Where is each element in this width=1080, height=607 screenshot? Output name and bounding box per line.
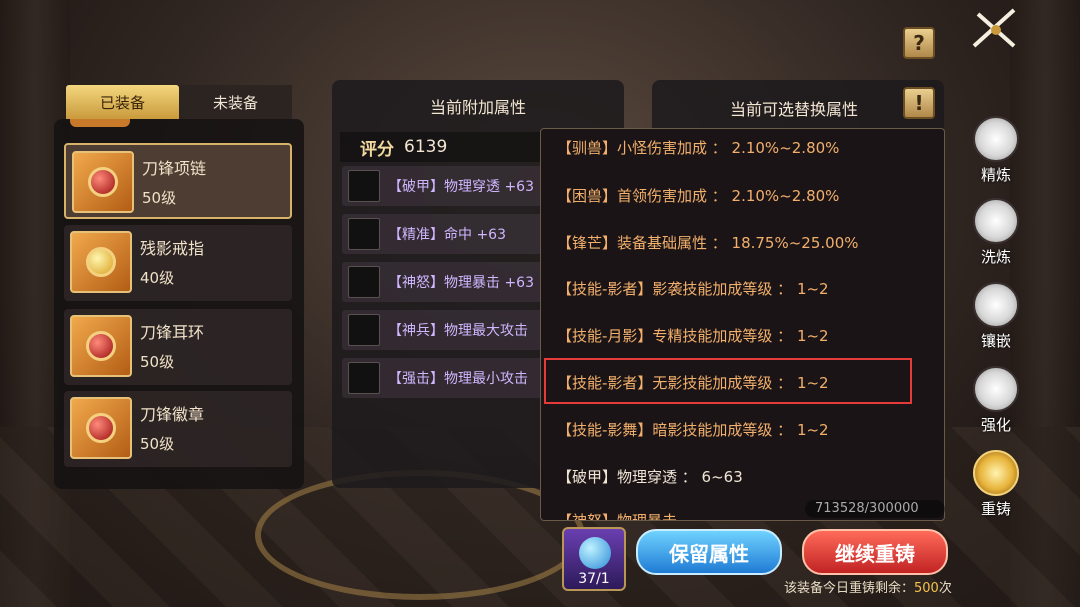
attribute-checkbox[interactable]	[348, 170, 380, 202]
side-menu-label: 镶嵌	[980, 332, 1011, 350]
attribute-checkbox[interactable]	[348, 362, 380, 394]
attribute-text: 【神兵】物理最大攻击	[388, 323, 528, 339]
side-menu-label: 洗炼	[980, 248, 1011, 266]
remain-count: 500	[914, 581, 939, 596]
replace-attributes-panel: 当前可选替换属性	[652, 80, 944, 130]
option-item[interactable]: 【驯兽】小怪伤害加成 ： 2.10%~2.80%	[557, 137, 839, 158]
badge-icon	[70, 397, 132, 459]
enhance-icon	[973, 366, 1019, 412]
earring-icon	[70, 315, 132, 377]
remain-suffix: 次	[938, 581, 952, 596]
item-name: 刀锋徽章	[140, 405, 205, 424]
side-menu-refine[interactable]: 精炼	[968, 116, 1024, 185]
recast-remaining: 该装备今日重铸剩余：500次	[784, 577, 952, 596]
material-counter: 713528/300000	[805, 500, 945, 518]
attribute-text: 【神怒】物理暴击 +63	[388, 275, 534, 291]
equip-tabs: 已装备 未装备	[66, 85, 292, 119]
side-menu-recast[interactable]: 重铸	[968, 450, 1024, 519]
attribute-checkbox[interactable]	[348, 266, 380, 298]
panel-title: 当前可选替换属性	[730, 100, 859, 119]
attribute-checkbox[interactable]	[348, 314, 380, 346]
replace-options-list[interactable]: 【驯兽】小怪伤害加成 ： 2.10%~2.80% 【困兽】首领伤害加成 ： 2.…	[540, 128, 945, 521]
ring-icon	[70, 231, 132, 293]
panel-title: 当前附加属性	[429, 98, 526, 117]
option-item[interactable]: 【破甲】物理穿透 ： 6~63	[557, 466, 743, 487]
side-menu-wash[interactable]: 洗炼	[968, 198, 1024, 267]
close-swords-icon[interactable]	[968, 6, 1022, 52]
side-menu-label: 精炼	[980, 166, 1011, 184]
side-menu-label: 重铸	[980, 500, 1011, 518]
option-item[interactable]: 【困兽】首领伤害加成 ： 2.10%~2.80%	[557, 185, 839, 206]
highlight-box	[544, 358, 912, 404]
score-label: 评分	[360, 139, 394, 160]
side-menu-inlay[interactable]: 镶嵌	[968, 282, 1024, 351]
info-button[interactable]: !	[903, 87, 935, 119]
side-menu-label: 强化	[980, 416, 1011, 434]
crystal-orb-icon	[579, 537, 611, 569]
side-menu-enhance[interactable]: 强化	[968, 366, 1024, 435]
item-level: 50级	[140, 435, 175, 453]
item-name: 残影戒指	[140, 239, 205, 258]
crystal-count: 37/1	[578, 571, 610, 587]
help-button[interactable]: ?	[903, 27, 935, 59]
tab-equipped[interactable]: 已装备	[66, 85, 179, 119]
equipment-list: 刀锋项链 50级 残影戒指 40级 刀锋耳环 50级 刀锋徽章 50级	[54, 119, 304, 489]
wash-icon	[973, 198, 1019, 244]
option-item[interactable]: 【神怒】物理暴击	[557, 510, 677, 520]
list-item-partial	[70, 119, 130, 127]
continue-recast-button[interactable]: 继续重铸	[802, 529, 948, 575]
tab-unequipped[interactable]: 未装备	[179, 85, 292, 119]
attribute-text: 【精准】命中 +63	[388, 227, 506, 243]
recast-crystal-item[interactable]: 37/1	[562, 527, 626, 591]
item-level: 50级	[140, 353, 175, 371]
recast-icon	[973, 450, 1019, 496]
necklace-icon	[72, 151, 134, 213]
floor-ring	[255, 470, 585, 600]
list-item[interactable]: 残影戒指 40级	[64, 225, 292, 301]
option-item[interactable]: 【锋芒】装备基础属性 ： 18.75%~25.00%	[557, 232, 859, 253]
inlay-icon	[973, 282, 1019, 328]
item-level: 50级	[142, 189, 177, 207]
refine-icon	[973, 116, 1019, 162]
option-item[interactable]: 【技能-影舞】暗影技能加成等级 ： 1~2	[557, 419, 829, 440]
list-item[interactable]: 刀锋项链 50级	[64, 143, 292, 219]
list-item[interactable]: 刀锋徽章 50级	[64, 391, 292, 467]
score-value: 6139	[404, 137, 448, 157]
attribute-text: 【强击】物理最小攻击	[388, 371, 528, 387]
attribute-text: 【破甲】物理穿透 +63	[388, 179, 534, 195]
option-item[interactable]: 【技能-影者】影袭技能加成等级 ： 1~2	[557, 278, 829, 299]
option-item[interactable]: 【技能-月影】专精技能加成等级 ： 1~2	[557, 325, 829, 346]
list-item[interactable]: 刀锋耳环 50级	[64, 309, 292, 385]
keep-attribute-button[interactable]: 保留属性	[636, 529, 782, 575]
item-name: 刀锋耳环	[140, 323, 205, 342]
item-name: 刀锋项链	[142, 159, 207, 178]
remain-prefix: 该装备今日重铸剩余：	[784, 581, 915, 596]
attribute-checkbox[interactable]	[348, 218, 380, 250]
item-level: 40级	[140, 269, 175, 287]
